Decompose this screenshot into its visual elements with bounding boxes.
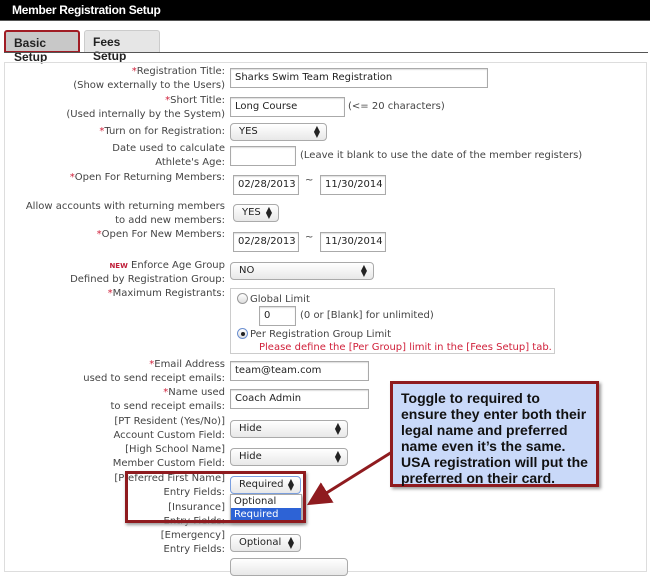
annotation-callout: Toggle to required to ensure they enter … [390, 381, 599, 487]
